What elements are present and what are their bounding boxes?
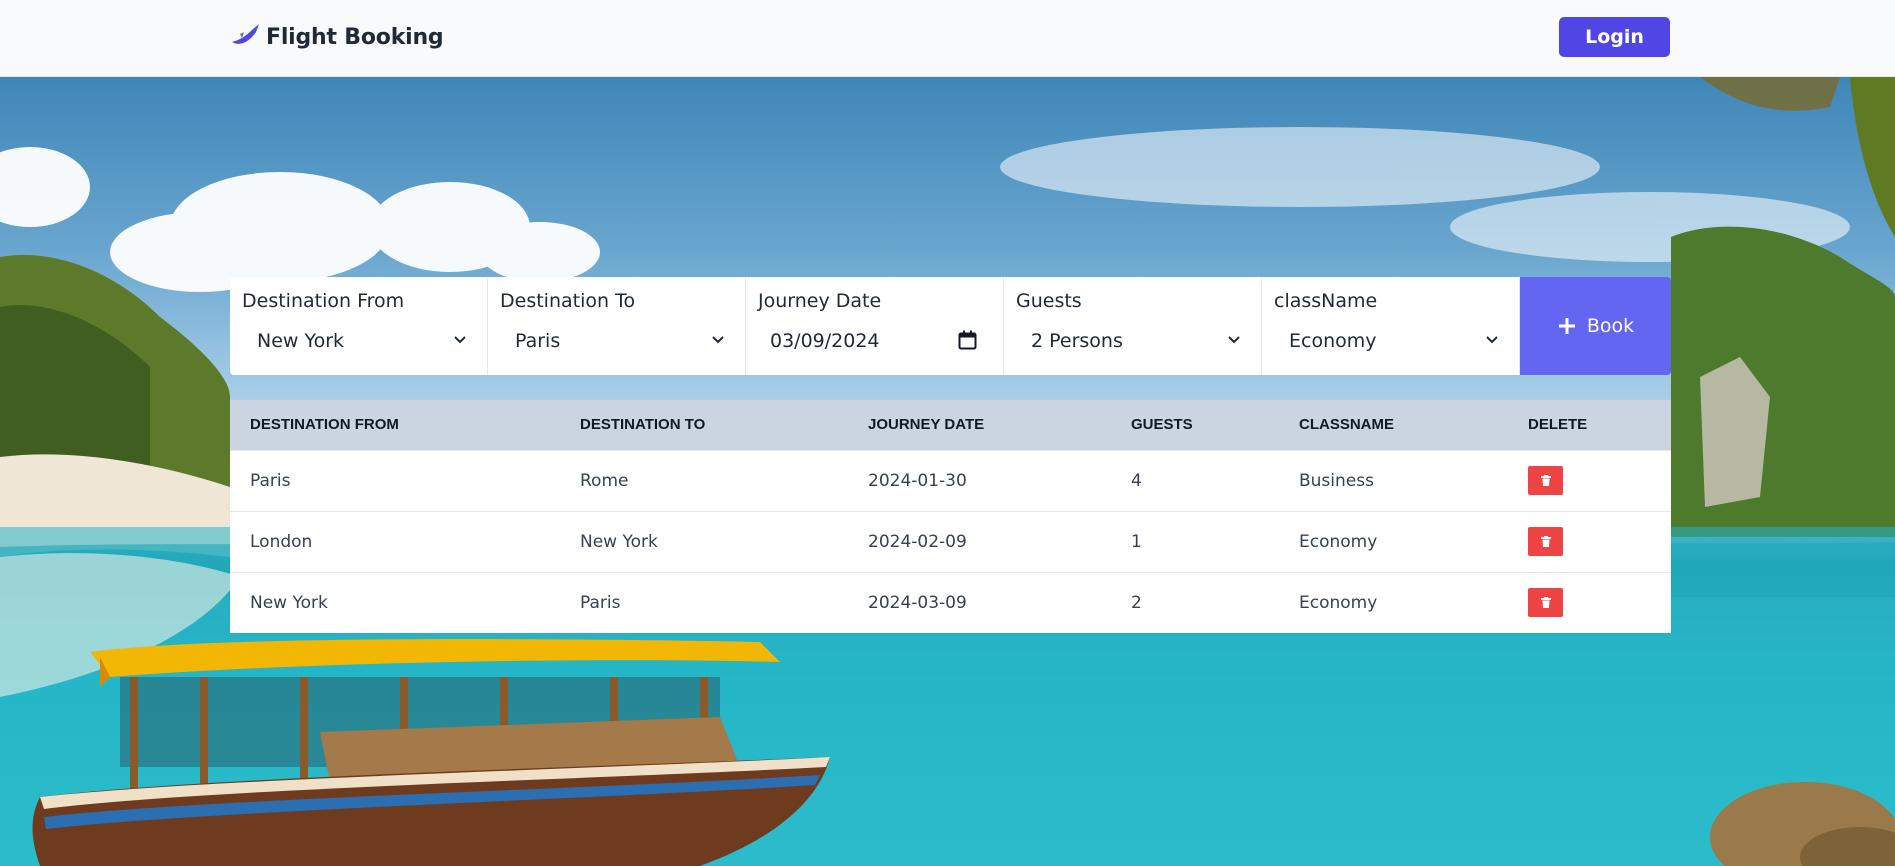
column-header-guests: GUESTS: [1131, 416, 1193, 434]
booking-form: Destination From New York Destination To…: [230, 277, 1671, 375]
chevron-down-icon[interactable]: [711, 333, 725, 347]
cell-journey-date: 2024-03-09: [868, 592, 967, 613]
cell-guests: 4: [1131, 470, 1142, 491]
classname-label: className: [1274, 290, 1378, 312]
destination-from-select[interactable]: Destination From New York: [230, 277, 488, 375]
navbar: Flight Booking Login: [0, 0, 1895, 77]
cell-journey-date: 2024-01-30: [868, 470, 967, 491]
destination-to-value[interactable]: Paris: [515, 330, 560, 352]
plus-icon: [1558, 318, 1575, 334]
table-row: London New York 2024-02-09 1 Economy: [230, 511, 1671, 572]
cell-delete: [1508, 511, 1671, 572]
column-header-destination-to: DESTINATION TO: [580, 416, 706, 434]
destination-to-label: Destination To: [500, 290, 636, 312]
calendar-icon[interactable]: [958, 330, 977, 350]
trash-icon: [1540, 536, 1551, 547]
cell-classname: Economy: [1299, 592, 1378, 613]
cell-destination-to: Rome: [580, 470, 629, 491]
journey-date-label: Journey Date: [758, 290, 882, 312]
guests-value[interactable]: 2 Persons: [1031, 330, 1123, 352]
book-button-label: Book: [1586, 315, 1635, 337]
cell-delete: [1508, 450, 1671, 511]
cell-delete: [1508, 572, 1671, 633]
chevron-down-icon[interactable]: [1227, 333, 1241, 347]
cell-destination-from: London: [250, 531, 313, 552]
guests-label: Guests: [1016, 290, 1082, 312]
trash-icon: [1540, 597, 1551, 609]
cell-destination-to: New York: [580, 531, 658, 552]
table-header-row: DESTINATION FROM DESTINATION TO JOURNEY …: [230, 400, 1671, 450]
guests-select[interactable]: Guests 2 Persons: [1004, 277, 1262, 375]
column-header-classname: CLASSNAME: [1299, 416, 1395, 434]
chevron-down-icon[interactable]: [1485, 333, 1499, 347]
cell-guests: 1: [1131, 531, 1142, 552]
cell-journey-date: 2024-02-09: [868, 531, 967, 552]
classname-value[interactable]: Economy: [1289, 330, 1377, 352]
book-button[interactable]: Book: [1520, 277, 1671, 375]
delete-button[interactable]: [1528, 527, 1563, 556]
cell-classname: Business: [1299, 470, 1374, 491]
bookings-table: DESTINATION FROM DESTINATION TO JOURNEY …: [230, 400, 1671, 633]
cell-destination-to: Paris: [580, 592, 621, 613]
cell-classname: Economy: [1299, 531, 1378, 552]
plane-icon: [230, 20, 260, 55]
trash-icon: [1540, 475, 1551, 486]
cell-destination-from: Paris: [250, 470, 291, 491]
cell-destination-from: New York: [250, 592, 328, 613]
brand[interactable]: Flight Booking: [230, 20, 444, 55]
table-row: Paris Rome 2024-01-30 4 Business: [230, 450, 1671, 511]
destination-to-select[interactable]: Destination To Paris: [488, 277, 746, 375]
delete-button[interactable]: [1528, 588, 1563, 618]
delete-button[interactable]: [1528, 466, 1563, 495]
cell-guests: 2: [1131, 592, 1142, 613]
column-header-delete: DELETE: [1528, 416, 1588, 434]
journey-date-value[interactable]: 03/09/2024: [770, 330, 880, 352]
brand-title: Flight Booking: [266, 25, 444, 50]
table-row: New York Paris 2024-03-09 2 Economy: [230, 572, 1671, 633]
destination-from-value[interactable]: New York: [257, 330, 344, 352]
classname-select[interactable]: className Economy: [1262, 277, 1520, 375]
chevron-down-icon[interactable]: [453, 333, 467, 347]
column-header-destination-from: DESTINATION FROM: [250, 416, 399, 434]
journey-date-input[interactable]: Journey Date 03/09/2024: [746, 277, 1004, 375]
destination-from-label: Destination From: [242, 290, 405, 312]
column-header-journey-date: JOURNEY DATE: [868, 416, 985, 434]
login-button[interactable]: Login: [1559, 17, 1670, 57]
